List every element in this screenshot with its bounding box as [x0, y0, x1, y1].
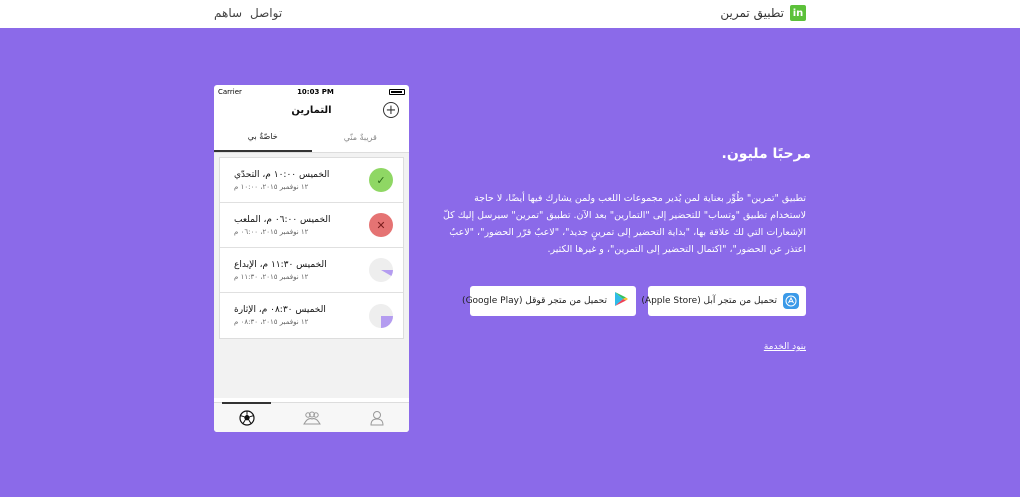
phone-tab-bar: [214, 402, 409, 432]
list-item-title: الخميس ١١:٣٠ م، الإبداع: [234, 259, 327, 270]
list-item-text: الخميس ١١:٣٠ م، الإبداع ١٢ نوفمبر ٢٠١٥، …: [234, 259, 369, 282]
list-item[interactable]: ✕ الخميس ٠٦:٠٠ م، الملعب ١٢ نوفمبر ٢٠١٥،…: [220, 203, 403, 248]
check-icon[interactable]: ✓: [369, 168, 393, 192]
user-icon: [369, 410, 384, 425]
list-item-subtitle: ١٢ نوفمبر ٢٠١٥، ٠٦:٠٠ م: [234, 227, 309, 236]
list-item[interactable]: ✓ الخميس ١٠:٠٠ م، التحدّي ١٢ نوفمبر ٢٠١٥…: [220, 158, 403, 203]
close-icon[interactable]: ✕: [369, 213, 393, 237]
tabbar-ball[interactable]: [214, 402, 279, 432]
terms-link[interactable]: بنود الخدمة: [764, 342, 806, 352]
apple-store-label: تحميل من متجر آبل (Apple Store): [641, 296, 777, 306]
brand[interactable]: in تطبيق تمرين: [720, 5, 806, 21]
apple-store-button[interactable]: تحميل من متجر آبل (Apple Store): [641, 286, 806, 316]
app-description: تطبيق "تمرين" طُوِّر بعناية لمن يُدير مج…: [442, 193, 806, 255]
pie-icon[interactable]: [369, 303, 393, 328]
list-item-title: الخميس ٠٨:٣٠ م، الإثارة: [234, 305, 326, 315]
brand-name: تطبيق تمرين: [720, 6, 784, 20]
list-item-text: الخميس ٠٦:٠٠ م، الملعب ١٢ نوفمبر ٢٠١٥، ٠…: [234, 214, 369, 237]
pie-icon[interactable]: [369, 258, 393, 282]
list-item-title: الخميس ٠٦:٠٠ م، الملعب: [234, 214, 331, 225]
app-store-icon: [783, 293, 799, 309]
list-item-text: الخميس ٠٨:٣٠ م، الإثارة ١٢ نوفمبر ٢٠١٥، …: [234, 304, 369, 327]
tab-nearby[interactable]: قريبةٌ منّي: [312, 123, 410, 152]
tab-mine[interactable]: خاصّةٌ بي: [214, 123, 312, 152]
phone-mockup: Carrier 10:03 PM التمارين + قريبةٌ منّي …: [214, 85, 409, 432]
list-item-subtitle: ١٢ نوفمبر ٢٠١٥، ١٠:٠٠ م: [234, 182, 309, 191]
practice-list-area: ✓ الخميس ١٠:٠٠ م، التحدّي ١٢ نوفمبر ٢٠١٥…: [214, 153, 409, 398]
carrier-label: Carrier: [218, 87, 242, 96]
phone-nav-bar: التمارين +: [214, 98, 409, 123]
tabbar-group[interactable]: [279, 403, 344, 432]
phone-tabs: قريبةٌ منّي خاصّةٌ بي: [214, 123, 409, 153]
top-bar: in تطبيق تمرين تواصل ساهم: [0, 0, 1020, 28]
tabbar-profile[interactable]: [344, 403, 409, 432]
list-item[interactable]: الخميس ٠٨:٣٠ م، الإثارة ١٢ نوفمبر ٢٠١٥، …: [220, 293, 403, 338]
list-item-title: الخميس ١٠:٠٠ م، التحدّي: [234, 169, 330, 180]
add-icon[interactable]: +: [383, 102, 399, 118]
nav-link-contribute[interactable]: ساهم: [214, 6, 242, 20]
google-play-icon: [613, 291, 629, 311]
list-item-subtitle: ١٢ نوفمبر ٢٠١٥، ١١:٣٠ م: [234, 272, 309, 281]
top-nav: تواصل ساهم: [214, 6, 282, 20]
clock-label: 10:03 PM: [297, 87, 334, 96]
brand-logo-icon: in: [790, 5, 806, 21]
headline: مرحبًا مليون.: [721, 146, 811, 162]
list-item[interactable]: الخميس ١١:٣٠ م، الإبداع ١٢ نوفمبر ٢٠١٥، …: [220, 248, 403, 293]
nav-link-contact[interactable]: تواصل: [250, 6, 282, 20]
practice-list: ✓ الخميس ١٠:٠٠ م، التحدّي ١٢ نوفمبر ٢٠١٥…: [219, 157, 404, 339]
list-item-subtitle: ١٢ نوفمبر ٢٠١٥، ٠٨:٣٠ م: [234, 318, 309, 326]
list-item-text: الخميس ١٠:٠٠ م، التحدّي ١٢ نوفمبر ٢٠١٥، …: [234, 169, 369, 192]
ball-icon: [238, 409, 255, 426]
google-play-button[interactable]: تحميل من متجر قوقل (Google Play): [462, 286, 636, 316]
phone-status-bar: Carrier 10:03 PM: [214, 85, 409, 98]
phone-title: التمارين: [291, 105, 332, 116]
battery-icon: [389, 88, 405, 95]
google-play-label: تحميل من متجر قوقل (Google Play): [462, 296, 607, 306]
group-icon: [302, 411, 321, 424]
